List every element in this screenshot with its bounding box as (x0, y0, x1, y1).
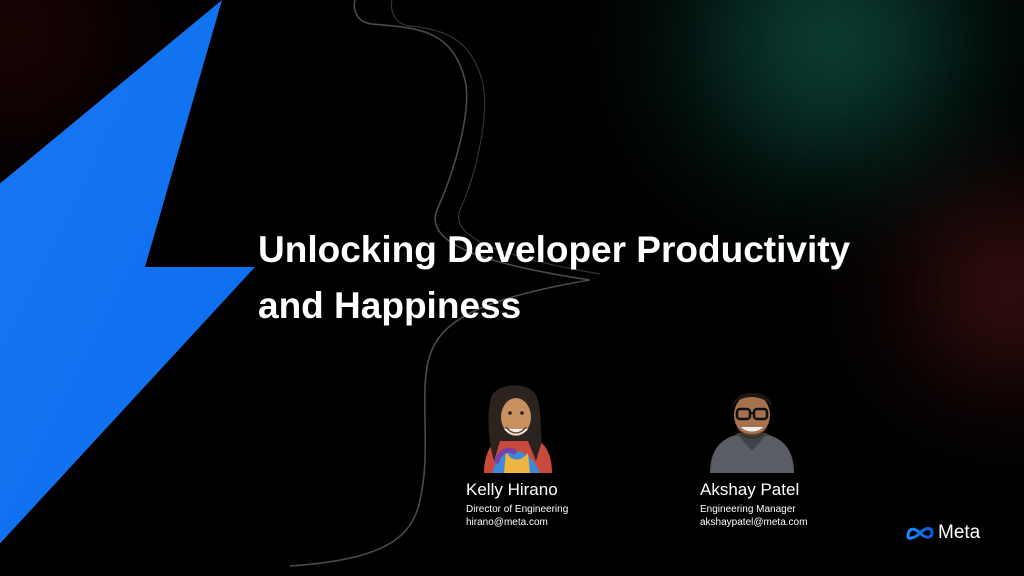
speaker-photo-kelly (470, 381, 562, 473)
speaker-name: Akshay Patel (700, 480, 800, 499)
meta-logo: Meta (906, 522, 980, 544)
speaker-role: Engineering Manager (700, 504, 796, 515)
speaker-photo-akshay (706, 381, 798, 473)
speaker-role: Director of Engineering (466, 504, 569, 515)
title-line-1: Unlocking Developer Productivity (258, 229, 851, 270)
slide-title: Unlocking Developer Productivity and Hap… (258, 222, 958, 334)
meta-infinity-icon (906, 527, 934, 540)
speaker-card-kelly: Kelly Hirano Director of Engineering hir… (466, 480, 568, 529)
speaker-name: Kelly Hirano (466, 480, 558, 499)
speaker-card-akshay: Akshay Patel Engineering Manager akshayp… (700, 480, 807, 529)
speaker-email: akshaypatel@meta.com (700, 517, 808, 528)
slide: Unlocking Developer Productivity and Hap… (0, 0, 1024, 576)
speaker-email: hirano@meta.com (466, 517, 548, 528)
title-line-2: and Happiness (258, 285, 522, 326)
meta-logo-text: Meta (938, 522, 981, 543)
